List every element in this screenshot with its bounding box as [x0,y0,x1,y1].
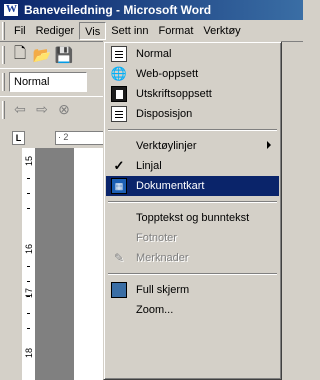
menu-sett-inn[interactable]: Sett inn [106,22,153,40]
outline-view-icon [111,106,127,122]
menu-item-outline[interactable]: Disposisjon [106,104,279,124]
toolbar-grip[interactable] [2,72,5,91]
menu-item-label: Web-oppsett [136,68,199,80]
title-bar: Baneveiledning - Microsoft Word [0,0,303,20]
menu-item-full-screen[interactable]: Full skjerm [106,280,279,300]
menu-separator [108,273,277,275]
menu-format[interactable]: Format [154,22,199,40]
menu-item-zoom[interactable]: Zoom... [106,300,279,320]
menu-vis[interactable]: Vis [79,21,107,40]
menu-item-label: Topptekst og bunntekst [136,212,250,224]
web-layout-icon: 🌐 [110,66,128,81]
back-arrow-icon[interactable]: ⇦ [9,99,31,121]
menu-item-label: Disposisjon [136,108,193,120]
menu-separator [108,201,277,203]
document-map-pane [36,148,74,380]
menu-item-document-map[interactable]: ▦ Dokumentkart [106,176,279,196]
view-menu-dropdown: Normal 🌐 Web-oppsett Utskriftsoppsett Di… [103,41,282,380]
word-app-icon[interactable] [3,3,19,17]
ruler-tick [27,178,30,179]
horizontal-ruler[interactable]: · 2 [54,131,110,145]
menu-item-label: Full skjerm [136,284,190,296]
ruler-tick [27,266,30,267]
ruler-number: 15 [24,156,34,167]
menu-item-ruler[interactable]: ✓ Linjal [106,156,279,176]
style-select[interactable]: Normal [9,71,87,92]
ruler-tick [27,313,30,314]
menu-item-web-layout[interactable]: 🌐 Web-oppsett [106,64,279,84]
open-folder-icon[interactable]: 📂 [31,44,53,66]
submenu-arrow-icon [267,141,271,149]
menu-rediger[interactable]: Rediger [31,22,80,40]
forward-arrow-icon[interactable]: ⇨ [31,99,53,121]
ruler-tick [27,328,30,329]
menu-item-normal[interactable]: Normal [106,44,279,64]
menu-item-comments: ✎ Merknader [106,248,279,268]
standard-toolbar: 🗋 📂 💾 [0,42,110,68]
toolbar-grip[interactable] [2,46,5,64]
menu-item-header-footer[interactable]: Topptekst og bunntekst [106,208,279,228]
menu-item-footnotes: Fotnoter [106,228,279,248]
menu-item-label: Dokumentkart [136,180,205,192]
window-title: Baneveiledning - Microsoft Word [24,3,212,17]
menu-item-label: Merknader [136,252,189,264]
ruler-number: 16 [24,244,34,255]
menu-bar: Fil Rediger Vis Sett inn Format Verktøy [0,20,303,42]
normal-view-icon [111,46,127,62]
menu-verktoy[interactable]: Verktøy [198,22,245,40]
tab-selector[interactable]: L [12,131,25,145]
menu-separator [108,129,277,131]
save-icon[interactable]: 💾 [53,44,75,66]
ruler-number: 17 [24,288,34,299]
full-screen-icon [111,282,127,298]
document-map-icon: ▦ [111,178,127,194]
menu-item-label: Linjal [136,160,162,172]
document-page[interactable] [74,148,104,380]
menu-fil[interactable]: Fil [9,22,31,40]
menu-item-label: Normal [136,48,172,60]
ruler-row: L · 2 [0,128,110,148]
ruler-number: 18 [24,348,34,359]
menu-item-label: Fotnoter [136,232,177,244]
web-toolbar: ⇦ ⇨ ⊗ [0,96,110,122]
print-layout-icon [111,86,127,102]
vertical-ruler: 15 16 17 18 [22,148,36,380]
menubar-grip[interactable] [2,21,5,40]
toolbar-grip[interactable] [2,100,5,119]
menu-item-label: Utskriftsoppsett [136,88,212,100]
menu-item-print-layout[interactable]: Utskriftsoppsett [106,84,279,104]
stop-icon[interactable]: ⊗ [53,99,75,121]
ruler-tick [27,193,30,194]
formatting-toolbar: Normal [0,68,110,94]
ruler-tick [27,281,30,282]
comments-icon: ✎ [113,251,125,265]
ruler-tick [27,208,30,209]
menu-item-label: Zoom... [136,304,174,316]
menu-item-toolbars[interactable]: Verktøylinjer [106,136,279,156]
checkmark-icon: ✓ [113,158,125,173]
menu-item-label: Verktøylinjer [136,140,197,152]
new-document-icon[interactable]: 🗋 [9,44,31,66]
